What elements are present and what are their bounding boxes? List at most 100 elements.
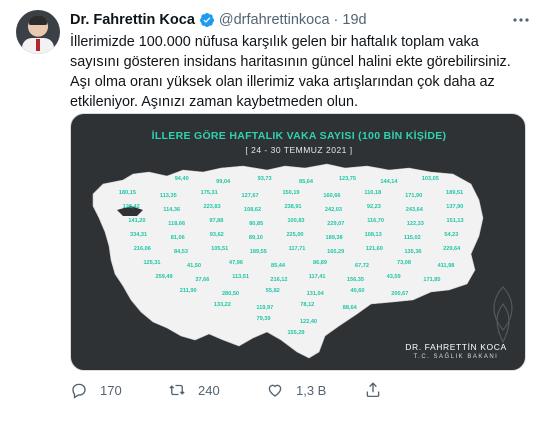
- like-count: 1,3 B: [296, 382, 327, 398]
- province-value-label: 200,67: [391, 291, 408, 297]
- province-value-label: 113,51: [232, 274, 249, 280]
- province-value-label: 238,91: [284, 204, 301, 210]
- share-icon: [366, 382, 380, 398]
- province-value-label: 47,96: [229, 260, 243, 266]
- province-value-label: 114,36: [163, 207, 180, 213]
- province-value-label: 259,49: [156, 274, 173, 280]
- province-value-label: 160,66: [323, 193, 340, 199]
- tweet-actions: 170 240 1,3 B: [70, 380, 510, 400]
- province-value-label: 118,66: [168, 221, 185, 227]
- province-value-label: 175,31: [201, 190, 218, 196]
- province-value-label: 135,36: [404, 249, 421, 255]
- province-value-label: 189,51: [446, 190, 463, 196]
- province-value-label: 280,50: [222, 291, 239, 297]
- province-value-label: 156,35: [347, 277, 364, 283]
- province-value-label: 78,12: [300, 302, 314, 308]
- province-value-label: 225,00: [286, 232, 303, 238]
- signature-role: T.C. SAĞLIK BAKANI: [413, 354, 499, 360]
- tweet-time[interactable]: 19d: [342, 12, 366, 28]
- author-name[interactable]: Dr. Fahrettin Koca: [70, 12, 195, 28]
- province-value-label: 110,18: [364, 190, 381, 196]
- province-value-label: 103,05: [422, 176, 439, 182]
- like-icon: [268, 384, 282, 397]
- signature-name: DR. FAHRETTİN KOCA: [405, 342, 507, 352]
- avatar-hair: [29, 16, 47, 25]
- province-value-label: 171,85: [423, 277, 440, 283]
- province-value-label: 133,22: [214, 302, 231, 308]
- signature: DR. FAHRETTİN KOCA T.C. SAĞLIK BAKANI: [401, 342, 511, 360]
- province-value-label: 137,90: [446, 204, 463, 210]
- province-value-label: 334,31: [130, 232, 147, 238]
- reply-button[interactable]: 170: [70, 381, 168, 399]
- province-value-label: 119,97: [256, 305, 273, 311]
- turkey-map: 94,40 99,04 93,73 85,64 123,75 144,14 103,05 18…: [92, 163, 484, 359]
- retweet-icon: [169, 384, 185, 396]
- province-value-label: 125,31: [143, 260, 160, 266]
- province-value-label: 144,14: [380, 179, 398, 185]
- province-value-label: 86,89: [313, 260, 327, 266]
- province-value-label: 97,88: [209, 218, 223, 224]
- province-value-label: 121,60: [366, 246, 383, 252]
- province-value-label: 117,71: [289, 246, 306, 252]
- reply-count: 170: [100, 382, 122, 398]
- province-value-label: 88,64: [343, 305, 358, 311]
- province-value-label: 189,55: [250, 249, 267, 255]
- share-button[interactable]: [364, 381, 462, 399]
- province-value-label: 40,60: [351, 288, 365, 294]
- province-value-label: 108,13: [365, 232, 382, 238]
- province-value-label: 80,85: [249, 221, 263, 227]
- province-value-label: 189,38: [326, 235, 343, 241]
- retweet-button[interactable]: 240: [168, 381, 266, 399]
- province-value-label: 84,53: [174, 249, 188, 255]
- province-value-label: 55,82: [266, 288, 280, 294]
- province-value-label: 150,19: [282, 190, 299, 196]
- province-value-label: 122,33: [407, 221, 424, 227]
- province-value-label: 73,08: [397, 260, 411, 266]
- province-value-label: 223,83: [204, 204, 221, 210]
- province-value-label: 93,62: [210, 232, 224, 238]
- province-value-label: 216,06: [134, 246, 151, 252]
- avatar-tie: [36, 39, 40, 51]
- tweet-text: İllerimizde 100.000 nüfusa karşılık gele…: [70, 34, 511, 110]
- province-value-label: 216,12: [270, 277, 287, 283]
- tweet-image[interactable]: İLLERE GÖRE HAFTALIK VAKA SAYISI (100 Bİ…: [70, 113, 526, 371]
- province-value-label: 94,40: [175, 176, 189, 182]
- province-value-label: 123,75: [339, 176, 356, 182]
- more-icon[interactable]: [512, 12, 530, 26]
- province-value-label: 113,35: [160, 193, 177, 199]
- province-value-label: 37,66: [195, 277, 209, 283]
- province-value-label: 155,29: [287, 330, 304, 336]
- verified-icon: [199, 13, 214, 27]
- province-value-label: 43,59: [387, 274, 401, 280]
- province-value-label: 165,29: [327, 249, 344, 255]
- province-value-label: 115,02: [404, 235, 421, 241]
- avatar[interactable]: [16, 10, 60, 54]
- province-value-label: 127,67: [242, 193, 259, 199]
- province-value-label: 117,41: [309, 274, 326, 280]
- province-value-label: 141,20: [128, 218, 145, 224]
- province-value-label: 411,98: [438, 263, 455, 269]
- retweet-count: 240: [198, 382, 220, 398]
- province-value-label: 122,40: [300, 319, 317, 325]
- province-value-label: 211,90: [180, 288, 197, 294]
- province-value-label: 92,23: [367, 204, 381, 210]
- province-value-label: 171,90: [405, 193, 422, 199]
- province-value-label: 229,64: [443, 246, 461, 252]
- like-button[interactable]: 1,3 B: [266, 381, 364, 399]
- province-value-label: 131,04: [307, 291, 325, 297]
- province-value-label: 108,62: [244, 207, 261, 213]
- reply-icon: [72, 383, 86, 399]
- province-value-label: 41,50: [187, 263, 201, 269]
- province-value-label: 89,10: [249, 235, 263, 241]
- separator-dot: ·: [333, 12, 339, 28]
- province-value-label: 81,06: [171, 235, 185, 241]
- province-value-label: 180,15: [119, 190, 136, 196]
- province-value-label: 54,23: [444, 232, 458, 238]
- province-value-label: 79,39: [257, 316, 271, 322]
- province-value-label: 128,42: [123, 204, 140, 210]
- province-value-label: 105,51: [211, 246, 228, 252]
- province-value-label: 67,72: [355, 263, 369, 269]
- author-handle[interactable]: @drfahrettinkoca: [219, 12, 330, 28]
- province-value-label: 93,73: [258, 176, 272, 182]
- tweet[interactable]: Dr. Fahrettin Koca @drfahrettinkoca · 19…: [0, 0, 546, 423]
